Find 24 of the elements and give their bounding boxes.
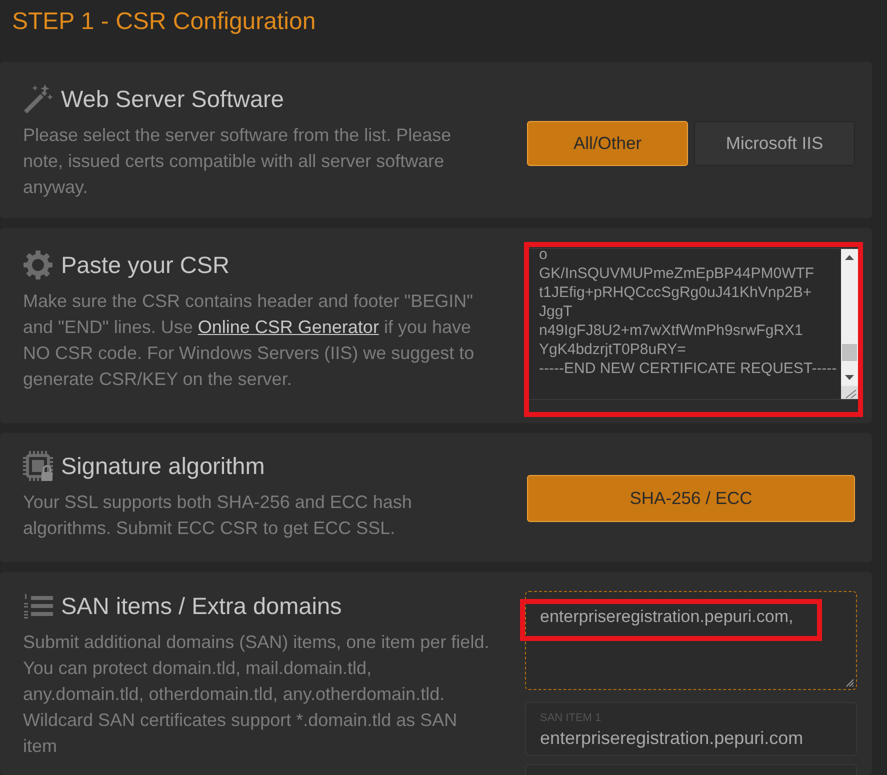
settings-icon — [23, 250, 53, 280]
magic-wand-icon — [23, 84, 53, 114]
section-heading: Paste your CSR — [61, 251, 230, 280]
scrollbar[interactable] — [841, 249, 858, 399]
page-title: STEP 1 - CSR Configuration — [11, 7, 317, 37]
section-heading: Signature algorithm — [61, 452, 265, 481]
section-description: Please select the server software from the list. Please note, issued certs compatible with all server software anyway. — [23, 124, 452, 199]
server-option-button[interactable]: All/Other — [527, 121, 688, 166]
server-option-button[interactable]: Microsoft IIS — [694, 121, 855, 166]
section-description: Submit additional domains (SAN) items, one item per field. You can protect domain.tld, mail.domain.tld, any.domain.tld, otherdomain.tld, any.otherdomain.tld. Wildcard SAN certificates support *.domain.tld as SAN item — [23, 631, 490, 758]
section-heading: Web Server Software — [61, 85, 284, 114]
scroll-up-arrow-icon — [845, 255, 854, 260]
resize-grip-icon — [846, 679, 854, 687]
csr-textarea[interactable]: o GK/InSQUVMUPmeZmEpBP44PM0WTF t1JEfig+pRHQCccSgRg0uJ41KhVnp2B+ JggT n49IgFJ8U2+m7wXtfWmPh9srwFgRX1 YgK4bdzrjtT0P8uRY= -----END NEW CERTIFICATE REQUEST----- — [529, 248, 858, 399]
scrollbar-thumb[interactable] — [842, 344, 857, 361]
chip-lock-icon — [23, 451, 53, 481]
section-description: Your SSL supports both SHA-256 and ECC hash algorithms. Submit ECC CSR to get ECC SSL. — [23, 491, 413, 540]
csr-generator-link[interactable]: Online CSR Generator — [198, 317, 379, 337]
scroll-down-arrow-icon — [845, 375, 854, 380]
algorithm-option-button[interactable]: SHA-256 / ECC — [527, 475, 855, 522]
numbered-list-icon — [23, 591, 53, 621]
resize-grip-icon — [841, 386, 858, 399]
section-heading: SAN items / Extra domains — [61, 592, 342, 621]
section-description: Make sure the CSR contains header and footer "BEGIN" and "END" lines. Use Online CSR Generator if you have NO CSR code. For Windows Servers (IIS) we suggest to generate CSR/KEY on the server. — [23, 290, 476, 391]
